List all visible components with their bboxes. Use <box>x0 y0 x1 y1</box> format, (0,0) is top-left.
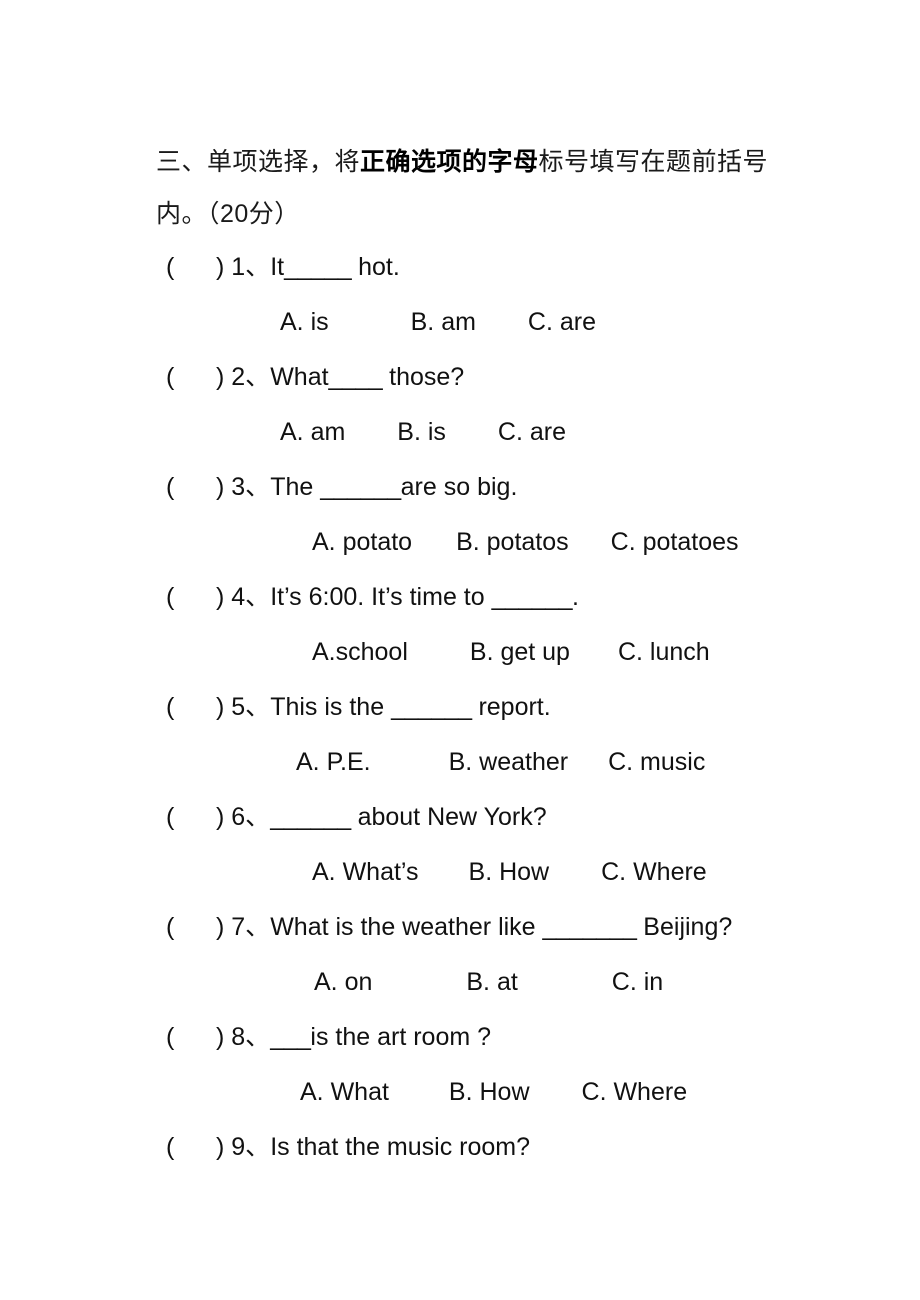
option-choice[interactable]: C. Where <box>582 1065 688 1120</box>
option-choice[interactable]: C. potatoes <box>611 515 739 570</box>
question-number: 9、 <box>231 1133 271 1161</box>
answer-bracket[interactable]: ( ) <box>166 1010 231 1065</box>
option-choice[interactable]: A. What’s <box>312 845 419 900</box>
question-text-before-blank: This is the <box>270 693 392 721</box>
question-stem: ( ) 9、Is that the music room? <box>0 1120 920 1175</box>
question-text-after-blank: about New York? <box>350 803 547 831</box>
question-text-before-blank: What is the weather like <box>270 913 543 941</box>
question-options: A. am B. is C. are <box>0 405 920 460</box>
question-text-before-blank: It <box>270 253 285 281</box>
option-choice[interactable]: B. potatos <box>456 515 569 570</box>
option-choice[interactable]: B. get up <box>470 625 570 680</box>
answer-bracket[interactable]: ( ) <box>166 790 231 845</box>
option-choice[interactable]: C. lunch <box>618 625 710 680</box>
question-text-after-blank: is the art room ? <box>310 1023 492 1051</box>
question-text-before-blank: The <box>270 473 321 501</box>
question-block: ( ) 7、What is the weather like _______ B… <box>0 900 920 1010</box>
option-choice[interactable]: C. music <box>608 735 705 790</box>
fill-in-blank[interactable]: _____ <box>284 240 352 295</box>
section-heading-score: 内。（20分） <box>156 200 300 228</box>
question-options: A.school B. get up C. lunch <box>0 625 920 680</box>
question-number: 8、 <box>231 1023 271 1051</box>
question-options: A. What’s B. How C. Where <box>0 845 920 900</box>
question-number: 3、 <box>231 473 271 501</box>
exam-page: 三、单项选择，将正确选项的字母标号填写在题前括号 内。（20分） ( ) 1、I… <box>0 0 920 1300</box>
question-stem: ( ) 6、______ about New York? <box>0 790 920 845</box>
question-number: 5、 <box>231 693 271 721</box>
question-block: ( ) 5、This is the ______ report. A. P.E. B… <box>0 680 920 790</box>
question-options: A. is B. am C. are <box>0 295 920 350</box>
question-block: ( ) 3、The ______are so big. A. potato B. p… <box>0 460 920 570</box>
option-choice[interactable]: C. are <box>498 405 566 460</box>
option-choice[interactable]: B. is <box>397 405 446 460</box>
fill-in-blank[interactable]: _______ <box>543 900 637 955</box>
question-options: A. potato B. potatos C. potatoes <box>0 515 920 570</box>
question-stem: ( ) 7、What is the weather like _______ B… <box>0 900 920 955</box>
option-choice[interactable]: A. P.E. <box>296 735 371 790</box>
question-block: ( ) 1、It_____ hot. A. is B. am C. are <box>0 240 920 350</box>
question-list: ( ) 1、It_____ hot. A. is B. am C. are( ) 2、… <box>0 240 920 1175</box>
answer-bracket[interactable]: ( ) <box>166 900 231 955</box>
question-number: 6、 <box>231 803 271 831</box>
answer-bracket[interactable]: ( ) <box>166 240 231 295</box>
question-text-after-blank: . <box>572 583 579 611</box>
question-text-before-blank: It’s 6:00. It’s time to <box>270 583 492 611</box>
answer-bracket[interactable]: ( ) <box>166 350 231 405</box>
question-options: A. on B. at C. in <box>0 955 920 1010</box>
question-text-after-blank: Beijing? <box>636 913 733 941</box>
fill-in-blank[interactable]: ______ <box>492 570 573 625</box>
option-choice[interactable]: A. What <box>300 1065 389 1120</box>
question-text-before-blank: What <box>270 363 329 391</box>
question-number: 1、 <box>231 253 271 281</box>
question-stem: ( ) 1、It_____ hot. <box>0 240 920 295</box>
question-number: 2、 <box>231 363 271 391</box>
question-text-before-blank: Is that the music room? <box>270 1133 531 1161</box>
question-number: 4、 <box>231 583 271 611</box>
question-stem: ( ) 2、What____ those? <box>0 350 920 405</box>
answer-bracket[interactable]: ( ) <box>166 460 231 515</box>
question-options: A. P.E. B. weather C. music <box>0 735 920 790</box>
option-choice[interactable]: B. weather <box>449 735 569 790</box>
question-block: ( ) 2、What____ those? A. am B. is C. are <box>0 350 920 460</box>
option-choice[interactable]: B. am <box>411 295 476 350</box>
question-block: ( ) 8、___is the art room ? A. What B. How C… <box>0 1010 920 1120</box>
option-choice[interactable]: A. on <box>314 955 372 1010</box>
fill-in-blank[interactable]: ___ <box>270 1010 311 1065</box>
question-stem: ( ) 3、The ______are so big. <box>0 460 920 515</box>
answer-bracket[interactable]: ( ) <box>166 570 231 625</box>
question-options: A. What B. How C. Where <box>0 1065 920 1120</box>
option-choice[interactable]: A. am <box>280 405 345 460</box>
fill-in-blank[interactable]: ______ <box>320 460 401 515</box>
fill-in-blank[interactable]: ______ <box>391 680 472 735</box>
question-text-after-blank: those? <box>382 363 465 391</box>
option-choice[interactable]: C. Where <box>601 845 707 900</box>
question-stem: ( ) 8、___is the art room ? <box>0 1010 920 1065</box>
question-stem: ( ) 5、This is the ______ report. <box>0 680 920 735</box>
section-heading-emphasis: 正确选项的字母 <box>360 148 539 176</box>
option-choice[interactable]: A. is <box>280 295 329 350</box>
question-text-after-blank: hot. <box>351 253 400 281</box>
option-choice[interactable]: A. potato <box>312 515 412 570</box>
question-block: ( ) 4、It’s 6:00. It’s time to ______. A.s… <box>0 570 920 680</box>
answer-bracket[interactable]: ( ) <box>166 680 231 735</box>
section-heading-suffix: 标号填写在题前括号 <box>538 148 769 176</box>
fill-in-blank[interactable]: ____ <box>329 350 383 405</box>
question-text-after-blank: report. <box>471 693 551 721</box>
answer-bracket[interactable]: ( ) <box>166 1120 231 1175</box>
option-choice[interactable]: B. How <box>449 1065 530 1120</box>
fill-in-blank[interactable]: ______ <box>270 790 351 845</box>
question-block: ( ) 9、Is that the music room? <box>0 1120 920 1175</box>
question-stem: ( ) 4、It’s 6:00. It’s time to ______. <box>0 570 920 625</box>
section-heading: 三、单项选择，将正确选项的字母标号填写在题前括号 内。（20分） <box>156 136 776 240</box>
section-heading-prefix: 三、单项选择，将 <box>156 148 361 176</box>
option-choice[interactable]: B. How <box>469 845 550 900</box>
option-choice[interactable]: A.school <box>312 625 408 680</box>
question-block: ( ) 6、______ about New York? A. What’s B. … <box>0 790 920 900</box>
option-choice[interactable]: C. in <box>612 955 663 1010</box>
question-text-after-blank: are so big. <box>400 473 518 501</box>
option-choice[interactable]: C. are <box>528 295 596 350</box>
question-number: 7、 <box>231 913 271 941</box>
option-choice[interactable]: B. at <box>466 955 517 1010</box>
